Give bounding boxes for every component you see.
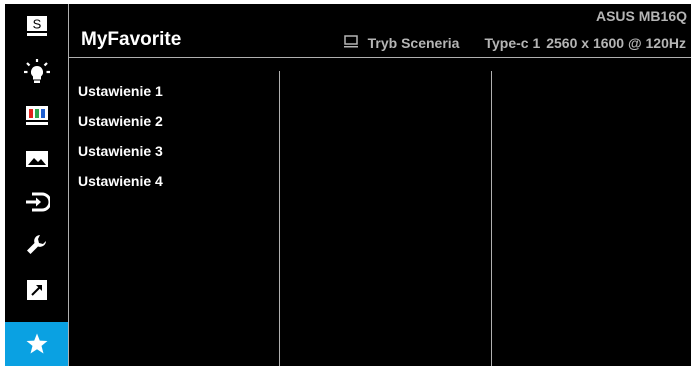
mode-label: Tryb Sceneria bbox=[367, 35, 460, 51]
sidebar-item-color[interactable] bbox=[5, 93, 68, 136]
input-select-icon bbox=[25, 192, 50, 211]
sidebar-item-shortcut[interactable] bbox=[5, 268, 68, 311]
svg-text:S: S bbox=[32, 16, 41, 31]
menu-item-setting-3[interactable]: Ustawienie 3 bbox=[78, 141, 163, 171]
model-name: ASUS MB16Q bbox=[595, 8, 687, 24]
sidebar-item-blue-light-filter[interactable] bbox=[5, 49, 68, 92]
sidebar-item-splendid[interactable]: S bbox=[5, 4, 68, 47]
blue-light-filter-icon bbox=[23, 58, 50, 83]
sidebar-item-myfavorite[interactable] bbox=[5, 322, 68, 366]
image-icon bbox=[25, 150, 48, 167]
column-divider-1 bbox=[279, 71, 280, 366]
monitor-icon bbox=[343, 35, 358, 51]
system-setup-icon bbox=[26, 234, 46, 254]
input-label: Type-c 1 bbox=[484, 35, 541, 51]
sidebar: S bbox=[5, 4, 68, 366]
menu-item-setting-4[interactable]: Ustawienie 4 bbox=[78, 171, 163, 201]
settings-list: Ustawienie 1 Ustawienie 2 Ustawienie 3 U… bbox=[78, 81, 163, 201]
menu-item-setting-1[interactable]: Ustawienie 1 bbox=[78, 81, 163, 111]
resolution-label: 2560 x 1600 @ 120Hz bbox=[546, 35, 686, 51]
color-icon bbox=[25, 105, 48, 125]
header-divider bbox=[69, 57, 691, 58]
myfavorite-star-icon bbox=[26, 333, 47, 354]
sidebar-item-system-setup[interactable] bbox=[5, 223, 68, 266]
splendid-s-icon: S bbox=[26, 15, 47, 36]
page-title: MyFavorite bbox=[81, 29, 182, 50]
sidebar-item-image[interactable] bbox=[5, 137, 68, 180]
menu-item-setting-2[interactable]: Ustawienie 2 bbox=[78, 111, 163, 141]
osd-menu: S MyFavorite ASUS MB16Q Tryb Sceneria Ty… bbox=[5, 4, 691, 366]
column-divider-2 bbox=[491, 71, 492, 366]
sidebar-divider bbox=[68, 4, 69, 366]
sidebar-item-input-select[interactable] bbox=[5, 180, 68, 223]
status-bar: Tryb Sceneria Type-c 1 2560 x 1600 @ 120… bbox=[343, 35, 686, 51]
shortcut-icon bbox=[26, 279, 47, 300]
